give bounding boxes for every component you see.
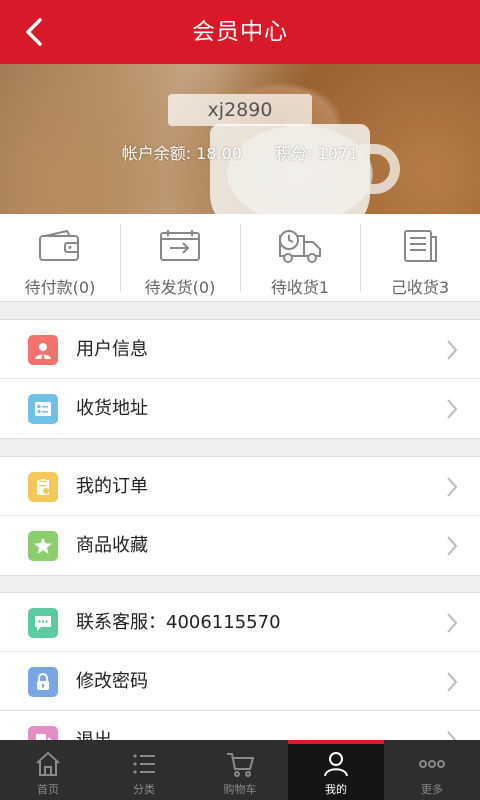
- customer-service-icon-bg: [28, 608, 58, 638]
- menu-item-label: 收货地址: [76, 398, 148, 419]
- tab-label: 首页: [37, 783, 59, 796]
- favorites-icon-bg: [28, 531, 58, 561]
- chevron-right-icon: [447, 613, 458, 633]
- menu-item-label: 联系客服：4006115570: [76, 612, 281, 633]
- top-bar: 会员中心: [0, 0, 480, 64]
- delivery-truck-icon: [279, 230, 321, 263]
- cart-icon: [227, 753, 255, 777]
- page-title: 会员中心: [192, 19, 288, 45]
- user-icon: [35, 343, 51, 359]
- shipping-address-icon-bg: [28, 394, 58, 424]
- my-orders-icon-bg: [28, 472, 58, 502]
- order-status-bar: 待付款(0) 待发货(0) 待收货1 己收货3: [0, 214, 480, 302]
- person-icon: [324, 752, 348, 777]
- chevron-right-icon: [447, 672, 458, 692]
- chevron-right-icon: [447, 399, 458, 419]
- more-icon: [419, 760, 445, 768]
- menu-item-favorites[interactable]: 商品收藏: [0, 516, 480, 575]
- tab-label: 我的: [325, 783, 347, 796]
- order-pending-payment[interactable]: 待付款(0): [0, 214, 120, 301]
- profile-banner: xj2890 帐户余额: 18.00 积分: 1071: [0, 64, 480, 214]
- menu-item-label: 我的订单: [76, 476, 148, 497]
- list-icon: [133, 754, 155, 774]
- chevron-right-icon: [447, 340, 458, 360]
- tab-cart[interactable]: 购物车: [192, 740, 288, 800]
- lock-icon: [37, 673, 49, 690]
- menu-item-customer-service[interactable]: 联系客服：4006115570: [0, 593, 480, 652]
- address-card-icon: [35, 402, 51, 416]
- bottom-tab-bar: 首页 分类 购物车 我的 更多: [0, 740, 480, 800]
- menu-group-orders: 我的订单 商品收藏: [0, 456, 480, 576]
- home-icon: [36, 751, 60, 776]
- menu-item-change-password[interactable]: 修改密码: [0, 652, 480, 711]
- wallet-icon: [39, 229, 79, 261]
- tab-label: 购物车: [223, 783, 257, 796]
- menu-item-label: 用户信息: [76, 339, 148, 360]
- menu-item-label: 修改密码: [76, 671, 148, 692]
- chevron-right-icon: [447, 477, 458, 497]
- tab-mine[interactable]: 我的: [288, 740, 384, 800]
- box-transfer-icon: [160, 230, 200, 261]
- account-stats: 帐户余额: 18.00 积分: 1071: [0, 140, 480, 164]
- username-badge: xj2890: [168, 94, 312, 126]
- order-pending-shipment-label: 待发货(0): [144, 278, 216, 297]
- document-icon: [404, 230, 437, 262]
- tab-label: 分类: [133, 783, 155, 796]
- order-pending-receipt-label: 待收货1: [270, 278, 330, 297]
- menu-item-label: 商品收藏: [76, 535, 148, 556]
- order-pending-shipment[interactable]: 待发货(0): [120, 214, 240, 301]
- chevron-right-icon: [447, 536, 458, 556]
- account-balance: 帐户余额: 18.00: [121, 144, 242, 163]
- user-info-icon-bg: [28, 335, 58, 365]
- clipboard-icon: [37, 478, 49, 495]
- order-pending-payment-label: 待付款(0): [24, 278, 96, 297]
- coffee-cup-image: [210, 124, 370, 214]
- tab-more[interactable]: 更多: [384, 740, 480, 800]
- tab-label: 更多: [421, 783, 443, 796]
- menu-item-my-orders[interactable]: 我的订单: [0, 457, 480, 516]
- change-password-icon-bg: [28, 667, 58, 697]
- order-pending-receipt[interactable]: 待收货1: [240, 214, 360, 301]
- tab-home[interactable]: 首页: [0, 740, 96, 800]
- star-icon: [34, 537, 52, 554]
- tab-category[interactable]: 分类: [96, 740, 192, 800]
- menu-item-user-info[interactable]: 用户信息: [0, 320, 480, 379]
- menu-item-shipping-address[interactable]: 收货地址: [0, 379, 480, 438]
- order-received[interactable]: 己收货3: [360, 214, 480, 301]
- order-received-label: 己收货3: [390, 278, 450, 297]
- points: 积分: 1071: [275, 144, 359, 163]
- menu-group-account: 用户信息 收货地址: [0, 319, 480, 439]
- chat-icon: [35, 616, 51, 631]
